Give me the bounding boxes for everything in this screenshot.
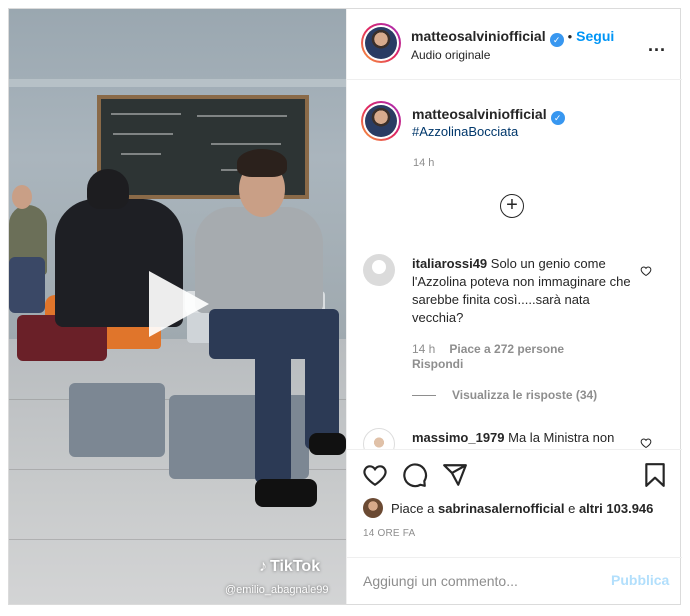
view-replies-label: Visualizza le risposte (34) xyxy=(452,388,598,402)
likes-summary[interactable]: Piace a sabrinasalernofficial e altri 10… xyxy=(363,498,653,518)
comment-likes[interactable]: Piace a 272 persone xyxy=(449,342,564,356)
comment-time: 14 h xyxy=(412,342,436,356)
comment-like-heart-icon[interactable] xyxy=(640,265,652,277)
plus-circle-icon[interactable]: + xyxy=(500,194,524,218)
comment-avatar[interactable] xyxy=(363,428,395,449)
comment-meta: 14 h Piace a 272 persone xyxy=(412,342,578,356)
comment-avatar[interactable] xyxy=(363,254,395,286)
bookmark-icon[interactable] xyxy=(642,462,668,488)
video-chair-left-base xyxy=(69,383,165,457)
video-student-right-leg xyxy=(255,353,291,483)
likes-prefix: Piace a xyxy=(391,500,435,516)
header-title-row: matteosalviniofficial ✓ • Segui xyxy=(411,28,614,47)
caption-user-row: matteosalviniofficial ✓ xyxy=(412,106,565,125)
comment-body: italiarossi49 Solo un genio come l'Azzol… xyxy=(412,255,632,327)
video-shoe xyxy=(255,479,317,507)
comment-username[interactable]: massimo_1979 xyxy=(412,430,505,445)
tiktok-note-icon: ♪ xyxy=(259,558,267,575)
comment-input[interactable] xyxy=(363,571,603,591)
audio-label[interactable]: Audio originale xyxy=(411,48,490,62)
verified-badge-icon: ✓ xyxy=(550,111,565,125)
video-player[interactable]: ♪ TikTok @emilio_abagnale99 xyxy=(9,9,346,604)
reply-button[interactable]: Rispondi xyxy=(412,357,463,371)
tiktok-watermark: ♪ TikTok xyxy=(259,558,320,576)
header-username[interactable]: matteosalviniofficial xyxy=(411,28,546,44)
more-options-icon[interactable]: ... xyxy=(648,35,666,56)
follow-button[interactable]: Segui xyxy=(576,28,614,44)
likes-and: e xyxy=(568,500,576,516)
caption-time: 14 h xyxy=(413,157,435,169)
header-avatar[interactable] xyxy=(361,23,401,63)
tiktok-username: @emilio_abagnale99 xyxy=(225,584,329,596)
play-icon[interactable] xyxy=(149,271,209,337)
comment-icon[interactable] xyxy=(402,462,428,488)
video-shoe-2 xyxy=(309,433,346,455)
post-date: 14 ORE FA xyxy=(363,528,416,539)
post-header: matteosalviniofficial ✓ • Segui Audio origi… xyxy=(347,9,682,80)
likes-user[interactable]: sabrinasalernofficial xyxy=(438,501,564,516)
heart-icon[interactable] xyxy=(362,462,388,488)
video-wall-stripe xyxy=(9,79,346,87)
verified-badge-icon: ✓ xyxy=(549,33,564,47)
video-background-jeans xyxy=(9,257,45,313)
comment-like-heart-icon[interactable] xyxy=(640,437,652,449)
video-student-right xyxy=(195,207,323,313)
likes-avatar xyxy=(363,498,383,518)
comment-body: massimo_1979 Ma la Ministra non xyxy=(412,429,632,447)
add-comment-bar: Pubblica xyxy=(347,557,682,604)
video-student-left-head xyxy=(87,169,129,209)
video-background-head xyxy=(12,185,32,209)
publish-button[interactable]: Pubblica xyxy=(611,572,669,588)
caption-username[interactable]: matteosalviniofficial xyxy=(412,106,547,122)
video-student-right-hair xyxy=(237,149,287,177)
replies-line xyxy=(412,394,436,396)
comment-username[interactable]: italiarossi49 xyxy=(412,256,487,271)
caption-avatar[interactable] xyxy=(361,101,401,141)
post-side-panel: matteosalviniofficial ✓ • Segui Audio origi… xyxy=(346,9,682,604)
view-replies-button[interactable]: Visualizza le risposte (34) xyxy=(412,388,597,402)
tiktok-label: TikTok xyxy=(270,558,321,575)
caption-hashtag[interactable]: #AzzolinaBocciata xyxy=(412,124,518,139)
post-actions: Piace a sabrinasalernofficial e altri 10… xyxy=(347,449,682,557)
likes-others[interactable]: altri 103.946 xyxy=(579,501,653,516)
comments-list[interactable]: matteosalviniofficial ✓ #AzzolinaBocciata… xyxy=(347,81,682,449)
post-dialog: ♪ TikTok @emilio_abagnale99 matteosalvin… xyxy=(8,8,682,605)
comment-text: Ma la Ministra non xyxy=(508,430,615,445)
header-separator: • xyxy=(567,29,573,44)
paper-plane-icon[interactable] xyxy=(442,462,468,488)
